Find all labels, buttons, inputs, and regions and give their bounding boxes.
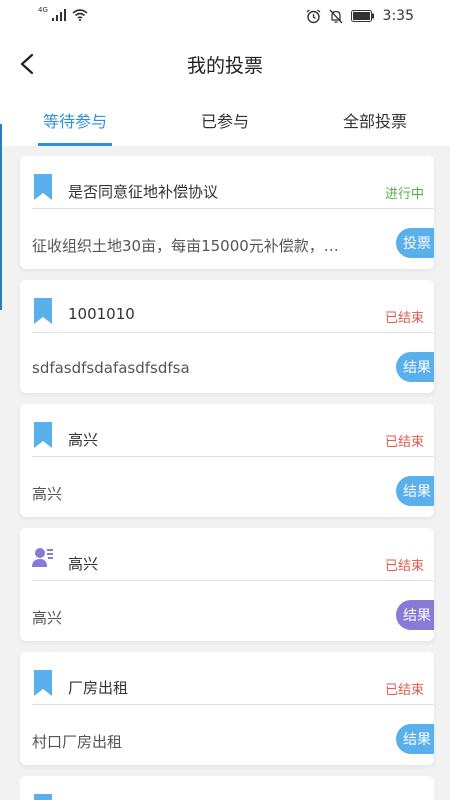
card-title: 是否同意征地补偿协议 [68, 183, 219, 201]
bookmark-icon [34, 174, 52, 200]
vote-card[interactable]: 1001010 已结束 sdfasdfsdafasdfsdfsa 结果 [20, 280, 434, 393]
card-description: sdfasdfsdafasdfsdfsa [32, 359, 190, 377]
divider [32, 208, 434, 209]
status-bar-left: 4G [38, 6, 88, 21]
status-badge: 已结束 [384, 311, 424, 326]
card-description: 高兴 [32, 485, 63, 503]
bookmark-icon [34, 670, 52, 696]
mute-bell-icon [329, 9, 343, 23]
vote-card[interactable]: 高兴 已结束 高兴 结果 [20, 404, 434, 517]
card-description: 村口厂房出租 [32, 733, 123, 751]
status-bar: 4G 3:35 [0, 0, 450, 36]
tab-indicator [38, 143, 112, 146]
result-button[interactable]: 结果 [396, 476, 434, 506]
card-title: 高兴 [68, 431, 99, 449]
signal-icon [51, 9, 66, 21]
status-bar-right: 3:35 [306, 8, 414, 24]
wifi-icon [72, 9, 88, 21]
divider [32, 332, 434, 333]
person-list-icon [32, 548, 53, 567]
card-title: 1001010 [68, 305, 135, 323]
vote-card[interactable]: 高兴 已结束 高兴 结果 [20, 528, 434, 641]
tab-all-votes[interactable]: 全部投票 [320, 108, 430, 132]
card-title: 高兴 [68, 555, 99, 573]
vote-button[interactable]: 投票 [396, 228, 434, 258]
bookmark-icon [34, 422, 52, 448]
card-title: 厂房出租 [68, 679, 129, 697]
tab-participated[interactable]: 已参与 [170, 108, 280, 132]
app-header: 我的投票 [0, 36, 450, 92]
page-title: 我的投票 [186, 55, 263, 77]
divider [32, 456, 434, 457]
status-badge: 进行中 [384, 187, 424, 202]
card-description: 征收组织土地30亩，每亩15000元补偿款，… [32, 237, 339, 255]
vote-card[interactable]: 厂房出租 已结束 村口厂房出租 结果 [20, 652, 434, 765]
result-button[interactable]: 结果 [396, 600, 434, 630]
vote-card-partial[interactable] [20, 776, 434, 800]
result-button[interactable]: 结果 [396, 352, 434, 382]
battery-icon [350, 10, 374, 22]
bookmark-icon [34, 298, 52, 324]
card-description: 高兴 [32, 609, 63, 627]
status-badge: 已结束 [384, 559, 424, 574]
status-badge: 已结束 [384, 435, 424, 450]
clock: 3:35 [382, 8, 414, 24]
status-badge: 已结束 [384, 683, 424, 698]
network-type: 4G [38, 6, 48, 14]
bookmark-icon [34, 794, 52, 800]
tab-pending[interactable]: 等待参与 [20, 108, 130, 132]
edge-line [0, 124, 2, 310]
divider [32, 580, 434, 581]
alarm-icon [306, 8, 320, 23]
tab-bar: 等待参与 已参与 全部投票 [0, 92, 450, 146]
vote-card[interactable]: 是否同意征地补偿协议 进行中 征收组织土地30亩，每亩15000元补偿款，… 投… [20, 156, 434, 269]
result-button[interactable]: 结果 [396, 724, 434, 754]
divider [32, 704, 434, 705]
